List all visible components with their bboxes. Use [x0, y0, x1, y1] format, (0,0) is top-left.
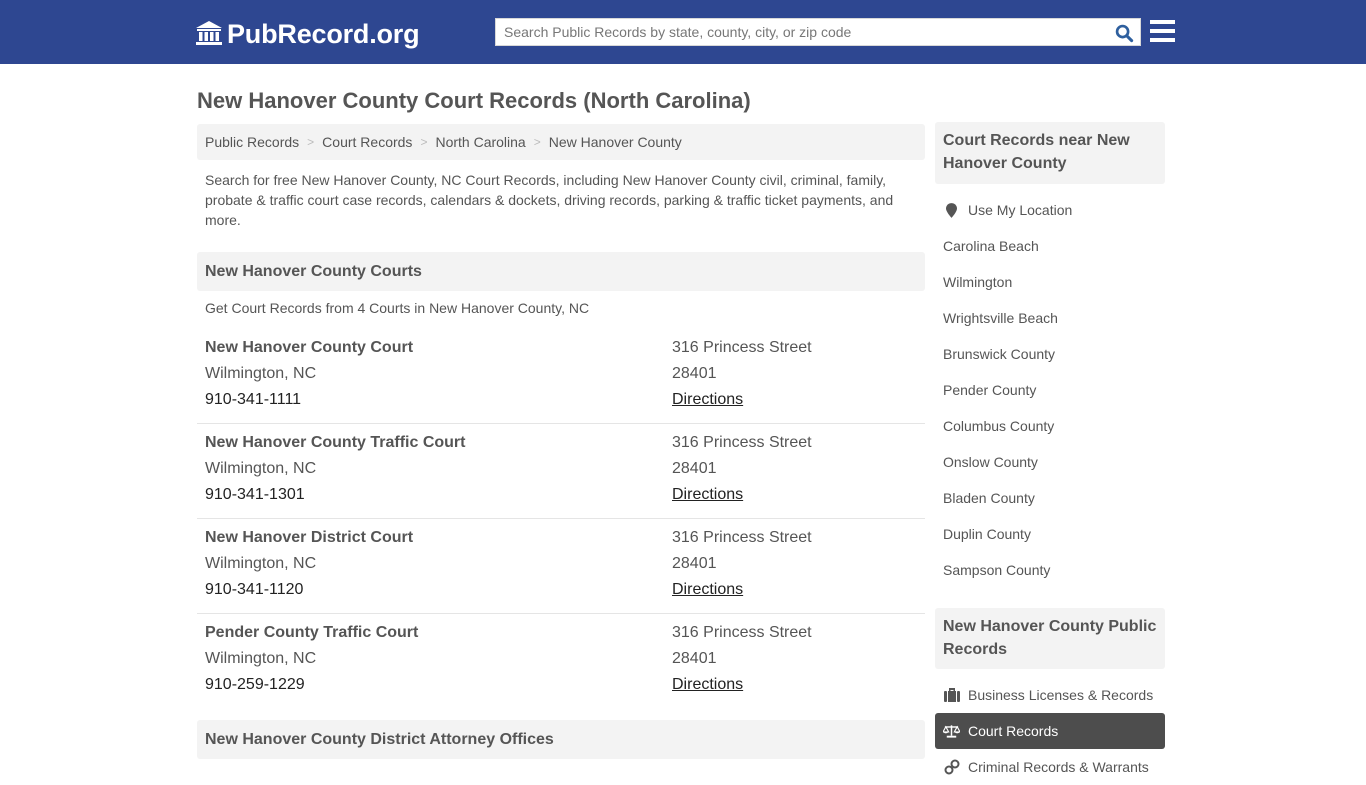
court-records-label: Court Records [968, 723, 1059, 739]
breadcrumb-new-hanover-county[interactable]: New Hanover County [549, 134, 682, 150]
court-city: Wilmington, NC [205, 460, 317, 477]
breadcrumb-public-records[interactable]: Public Records [205, 134, 299, 150]
briefcase-icon [943, 687, 960, 703]
court-records-link[interactable]: Court Records [935, 713, 1165, 749]
intro-paragraph: Search for free New Hanover County, NC C… [205, 172, 894, 228]
breadcrumb-separator: > [307, 135, 315, 149]
courts-section-heading: New Hanover County Courts [197, 252, 925, 291]
court-phone[interactable]: 910-259-1229 [205, 676, 305, 694]
breadcrumb-separator: > [420, 135, 428, 149]
public-records-heading: New Hanover County Public Records [935, 608, 1165, 669]
nearby-link[interactable]: Duplin County [935, 516, 1165, 552]
court-city: Wilmington, NC [205, 650, 317, 667]
court-name-link[interactable]: New Hanover County Traffic Court [205, 434, 465, 452]
use-my-location-button[interactable]: Use My Location [935, 192, 1165, 228]
breadcrumb: Public Records > Court Records > North C… [197, 124, 925, 160]
nearby-link[interactable]: Wilmington [935, 264, 1165, 300]
court-listing: New Hanover District Court Wilmington, N… [197, 519, 925, 614]
court-phone[interactable]: 910-341-1301 [205, 486, 305, 504]
breadcrumb-separator: > [533, 135, 541, 149]
court-name-link[interactable]: New Hanover County Court [205, 339, 413, 357]
court-street: 316 Princess Street [672, 624, 812, 641]
use-my-location-label: Use My Location [968, 202, 1073, 218]
court-name-link[interactable]: New Hanover District Court [205, 529, 413, 547]
directions-link[interactable]: Directions [672, 581, 743, 599]
court-phone[interactable]: 910-341-1111 [205, 391, 301, 409]
court-zip: 28401 [672, 365, 717, 382]
court-listing: Pender County Traffic Court Wilmington, … [197, 614, 925, 709]
business-licenses-label: Business Licenses & Records [968, 687, 1154, 703]
search-icon [1115, 24, 1133, 42]
court-zip: 28401 [672, 460, 717, 477]
top-navigation-bar: PubRecord.org [0, 0, 1366, 64]
court-listing: New Hanover County Traffic Court Wilming… [197, 424, 925, 519]
court-city: Wilmington, NC [205, 365, 317, 382]
nearby-court-records-heading: Court Records near New Hanover County [935, 122, 1165, 184]
nearby-link[interactable]: Columbus County [935, 408, 1165, 444]
hamburger-menu-icon [1150, 20, 1175, 24]
breadcrumb-court-records[interactable]: Court Records [322, 134, 412, 150]
court-street: 316 Princess Street [672, 529, 812, 546]
handcuffs-icon [943, 759, 960, 775]
nearby-link[interactable]: Pender County [935, 372, 1165, 408]
breadcrumb-north-carolina[interactable]: North Carolina [435, 134, 525, 150]
court-street: 316 Princess Street [672, 339, 812, 356]
map-marker-icon [943, 202, 960, 218]
nearby-link[interactable]: Wrightsville Beach [935, 300, 1165, 336]
search-button[interactable] [1112, 21, 1136, 45]
nearby-link[interactable]: Sampson County [935, 552, 1165, 588]
site-logo-text: PubRecord.org [227, 18, 420, 49]
directions-link[interactable]: Directions [672, 486, 743, 504]
court-listing: New Hanover County Court Wilmington, NC … [197, 329, 925, 424]
criminal-records-label: Criminal Records & Warrants [968, 759, 1149, 775]
directions-link[interactable]: Directions [672, 391, 743, 409]
nearby-link[interactable]: Carolina Beach [935, 228, 1165, 264]
court-name-link[interactable]: Pender County Traffic Court [205, 624, 418, 642]
directions-link[interactable]: Directions [672, 676, 743, 694]
court-street: 316 Princess Street [672, 434, 812, 451]
scales-icon [943, 723, 960, 739]
site-logo-link[interactable]: PubRecord.org [195, 17, 420, 51]
nearby-link[interactable]: Onslow County [935, 444, 1165, 480]
court-phone[interactable]: 910-341-1120 [205, 581, 303, 599]
courts-section-subheading: Get Court Records from 4 Courts in New H… [205, 300, 590, 316]
page-title: New Hanover County Court Records (North … [197, 88, 751, 113]
bank-building-icon [195, 19, 227, 50]
court-zip: 28401 [672, 650, 717, 667]
nearby-link[interactable]: Bladen County [935, 480, 1165, 516]
court-city: Wilmington, NC [205, 555, 317, 572]
court-zip: 28401 [672, 555, 717, 572]
nearby-link[interactable]: Brunswick County [935, 336, 1165, 372]
district-attorney-section-heading: New Hanover County District Attorney Off… [197, 720, 925, 759]
criminal-records-link[interactable]: Criminal Records & Warrants [935, 749, 1165, 785]
hamburger-menu-button[interactable] [1150, 20, 1175, 42]
search-box [495, 18, 1141, 46]
search-input[interactable] [496, 19, 1096, 45]
business-licenses-link[interactable]: Business Licenses & Records [935, 677, 1165, 713]
